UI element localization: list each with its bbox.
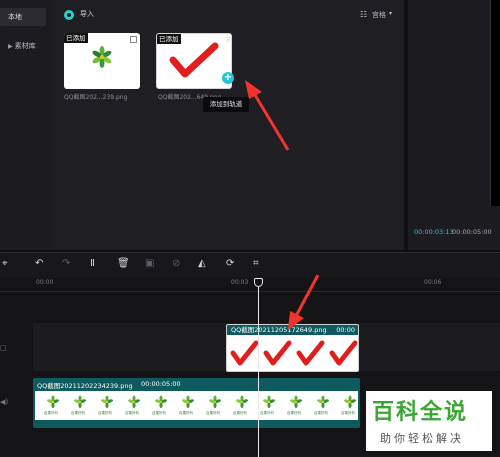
watermark-subtitle: 助你轻松解决 (380, 432, 464, 445)
red-arrow-upper (245, 80, 290, 151)
red-arrow-lower (288, 274, 320, 330)
watermark-title: 百科全说 (372, 400, 469, 425)
annotation-arrows (245, 80, 320, 330)
